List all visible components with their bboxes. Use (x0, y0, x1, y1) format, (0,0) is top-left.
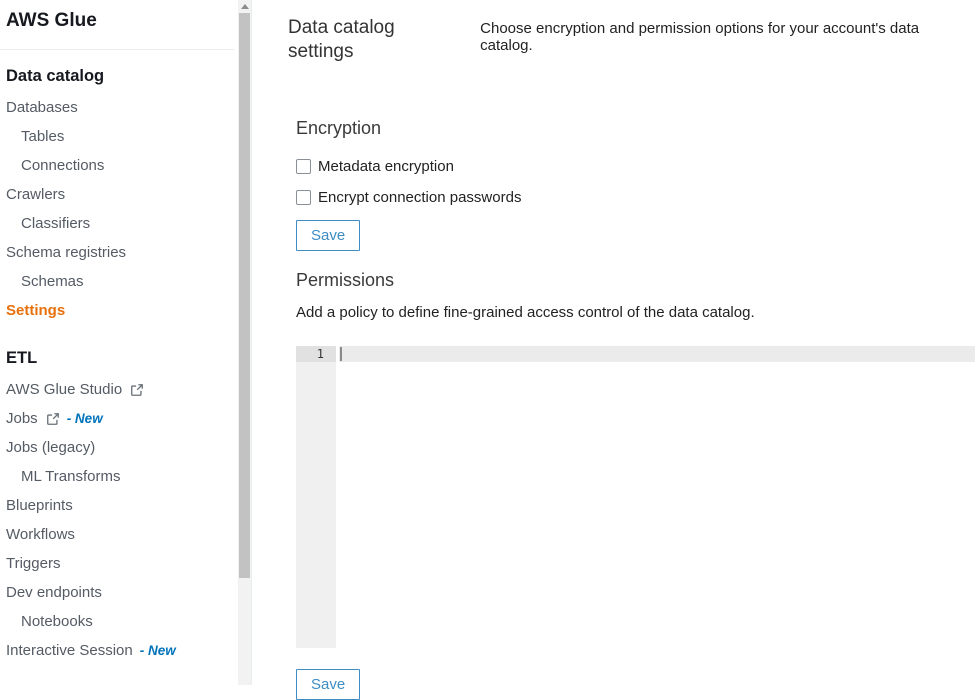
scroll-up-arrow-icon (241, 4, 249, 9)
sidebar-item-schema-registries[interactable]: Schema registries (6, 238, 238, 267)
sidebar-item-jobs-legacy[interactable]: Jobs (legacy) (6, 433, 238, 462)
sidebar-section-heading-data-catalog: Data catalog (6, 67, 238, 85)
sidebar-item-label: Jobs (legacy) (6, 439, 95, 456)
sidebar-item-databases[interactable]: Databases (6, 93, 238, 122)
app-title: AWS Glue (6, 0, 238, 32)
sidebar-item-label: Workflows (6, 526, 75, 543)
main-content: Data catalog settings Choose encryption … (251, 0, 975, 685)
editor-active-line (339, 346, 975, 362)
sidebar-item-settings[interactable]: Settings (6, 296, 238, 325)
sidebar-section-heading-etl: ETL (6, 349, 238, 367)
sidebar-item-label: Schemas (21, 273, 84, 290)
editor-line-number: 1 (296, 346, 336, 362)
sidebar-item-crawlers[interactable]: Crawlers (6, 180, 238, 209)
permissions-description: Add a policy to define fine-grained acce… (296, 304, 975, 322)
metadata-encryption-label: Metadata encryption (318, 158, 454, 175)
sidebar-item-connections[interactable]: Connections (6, 151, 238, 180)
sidebar-item-triggers[interactable]: Triggers (6, 549, 238, 578)
sidebar-item-blueprints[interactable]: Blueprints (6, 491, 238, 520)
page-title: Data catalog settings (288, 16, 465, 64)
page-subtitle: Choose encryption and permission options… (480, 20, 975, 54)
sidebar-item-label: Tables (21, 128, 64, 145)
sidebar-item-label: Jobs (6, 410, 38, 427)
sidebar-item-label: ML Transforms (21, 468, 120, 485)
sidebar-item-label: Databases (6, 99, 78, 116)
permissions-section-heading: Permissions (296, 270, 975, 290)
sidebar-item-jobs[interactable]: Jobs - New (6, 404, 238, 433)
editor-line-number-gutter: 1 (296, 346, 336, 648)
external-link-icon (46, 412, 60, 426)
sidebar-item-schemas[interactable]: Schemas (6, 267, 238, 296)
sidebar-item-aws-glue-studio[interactable]: AWS Glue Studio (6, 375, 238, 404)
sidebar-item-label: Classifiers (21, 215, 90, 232)
sidebar-item-label: Schema registries (6, 244, 126, 261)
sidebar-item-label: AWS Glue Studio (6, 381, 122, 398)
encrypt-passwords-checkbox[interactable] (296, 190, 311, 205)
scroll-up-button[interactable] (238, 0, 251, 12)
editor-text-cursor (340, 347, 342, 361)
encrypt-passwords-label: Encrypt connection passwords (318, 189, 521, 206)
external-link-icon (130, 383, 144, 397)
policy-code-editor[interactable]: 1 (296, 346, 975, 648)
sidebar-item-label: Crawlers (6, 186, 65, 203)
sidebar-item-classifiers[interactable]: Classifiers (6, 209, 238, 238)
new-badge: - New (140, 643, 176, 658)
encrypt-passwords-row: Encrypt connection passwords (296, 185, 975, 209)
sidebar-item-label: Blueprints (6, 497, 73, 514)
sidebar-item-notebooks[interactable]: Notebooks (6, 607, 238, 636)
sidebar-item-tables[interactable]: Tables (6, 122, 238, 151)
sidebar-item-label: Triggers (6, 555, 60, 572)
encryption-save-button[interactable]: Save (296, 220, 360, 251)
sidebar-divider (0, 49, 234, 50)
sidebar-item-interactive-session[interactable]: Interactive Session - New (6, 636, 238, 665)
new-badge: - New (67, 411, 103, 426)
sidebar-scrollbar[interactable] (238, 0, 251, 685)
metadata-encryption-checkbox[interactable] (296, 159, 311, 174)
metadata-encryption-row: Metadata encryption (296, 154, 975, 178)
sidebar-item-dev-endpoints[interactable]: Dev endpoints (6, 578, 238, 607)
sidebar-item-label: Dev endpoints (6, 584, 102, 601)
sidebar-item-label: Notebooks (21, 613, 93, 630)
sidebar-item-workflows[interactable]: Workflows (6, 520, 238, 549)
encryption-section-heading: Encryption (296, 118, 975, 138)
scrollbar-thumb[interactable] (239, 13, 250, 578)
sidebar: AWS Glue Data catalog Databases Tables C… (0, 0, 238, 685)
sidebar-item-label: Settings (6, 302, 65, 319)
sidebar-item-ml-transforms[interactable]: ML Transforms (6, 462, 238, 491)
sidebar-item-label: Connections (21, 157, 104, 174)
sidebar-nav-data-catalog: Databases Tables Connections Crawlers Cl… (6, 93, 238, 325)
sidebar-item-label: Interactive Session (6, 642, 133, 659)
sidebar-nav-etl: AWS Glue Studio Jobs - New Jobs (legacy)… (6, 375, 238, 665)
page-header: Data catalog settings Choose encryption … (288, 16, 975, 64)
